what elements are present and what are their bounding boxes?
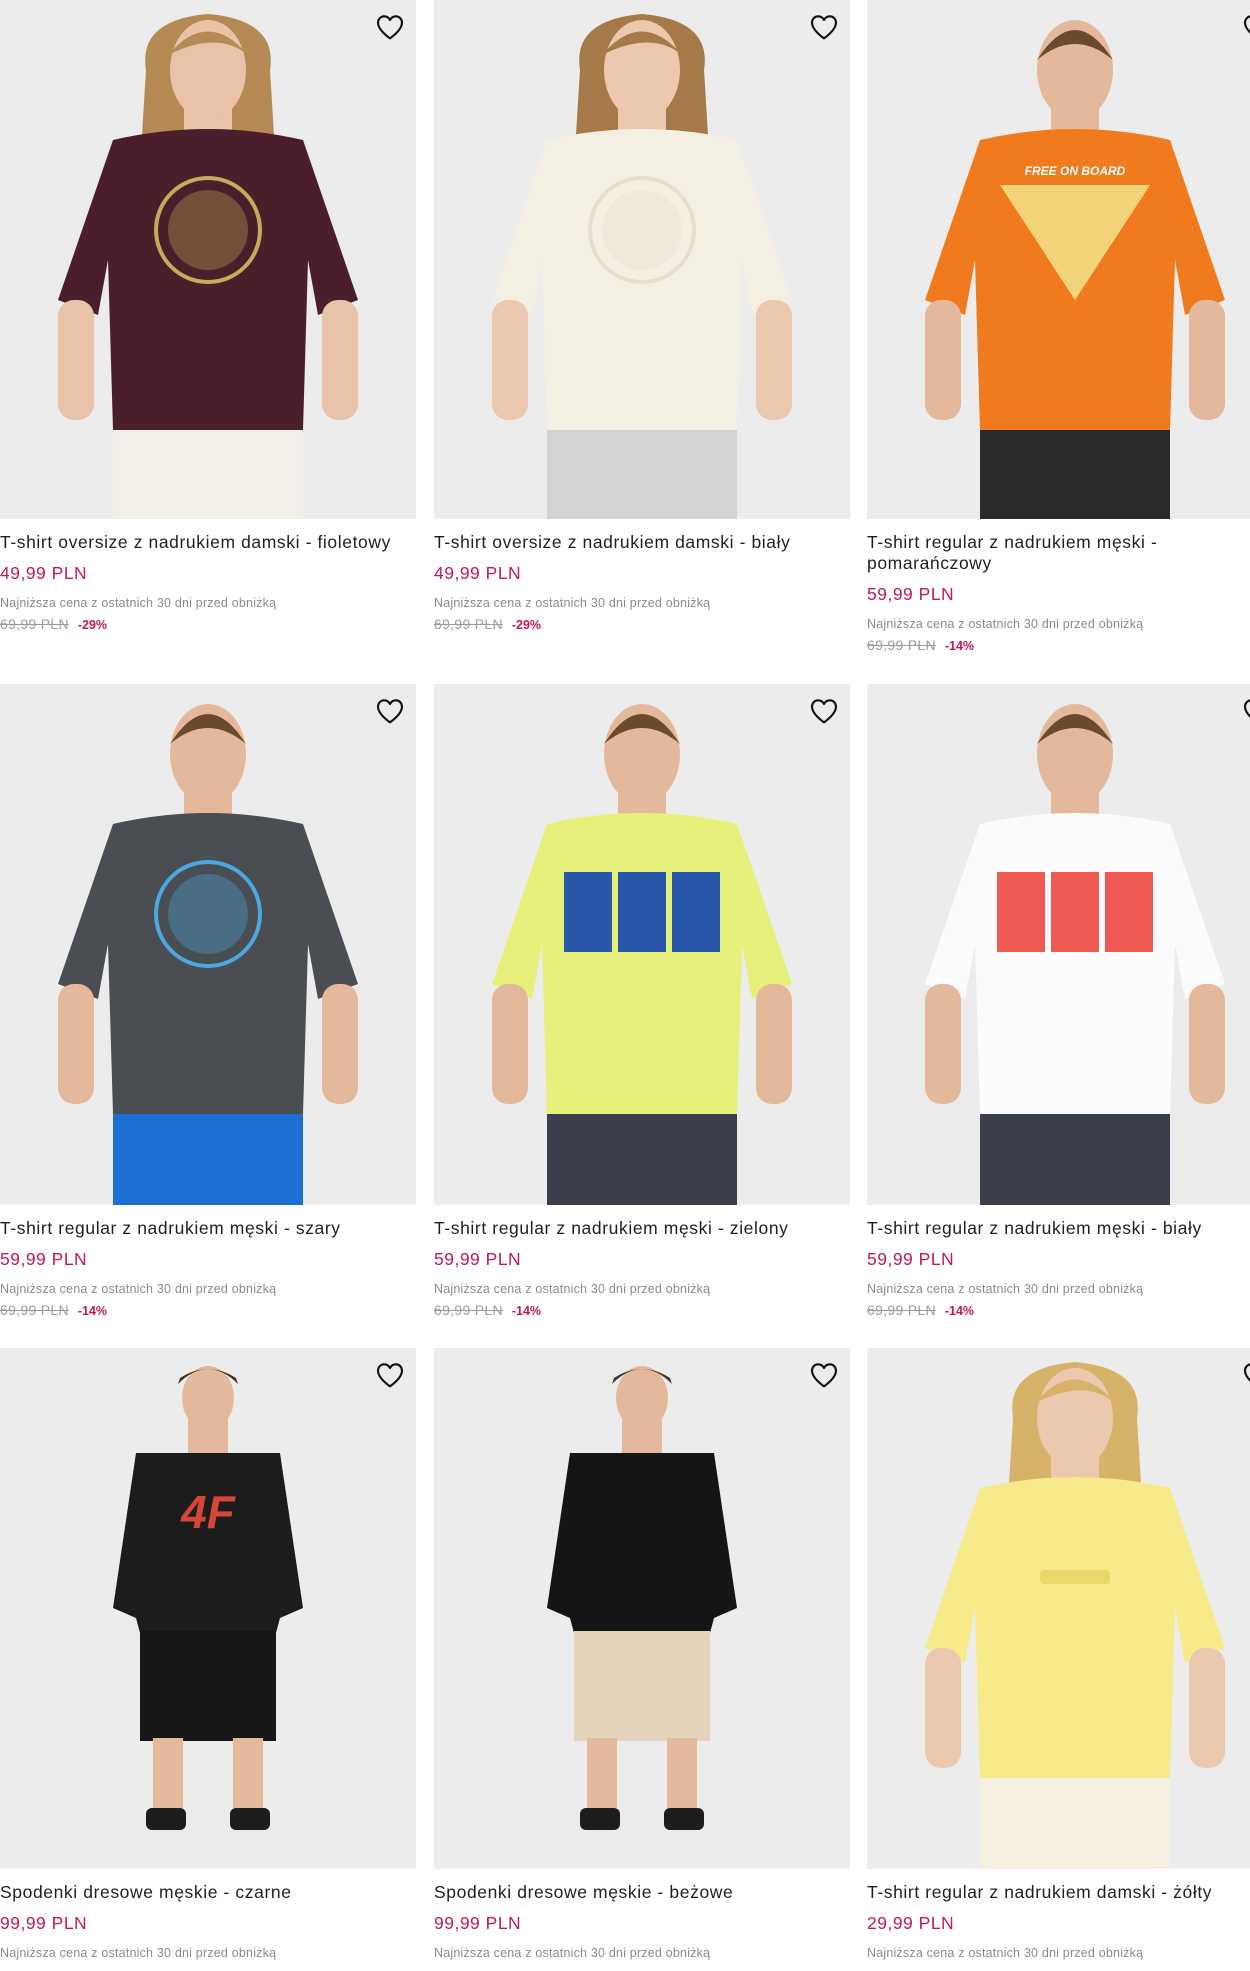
favorite-heart-icon[interactable] bbox=[1239, 9, 1250, 45]
product-image[interactable] bbox=[434, 1348, 850, 1869]
product-price: 49,99 PLN bbox=[434, 563, 522, 583]
product-image[interactable] bbox=[0, 684, 416, 1205]
product-card[interactable]: T-shirt regular z nadrukiem męski - biał… bbox=[867, 684, 1250, 1318]
product-name[interactable]: T-shirt regular z nadrukiem damski - żół… bbox=[867, 1882, 1250, 1903]
discount-badge: -29% bbox=[511, 618, 542, 632]
old-price-row: 69,99 PLN -29% bbox=[0, 616, 416, 632]
product-card[interactable]: T-shirt regular z nadrukiem damski - żół… bbox=[867, 1348, 1250, 1960]
lowest-price-label: Najniższa cena z ostatnich 30 dni przed … bbox=[434, 1282, 711, 1296]
product-price: 49,99 PLN bbox=[0, 563, 88, 583]
lowest-price-label: Najniższa cena z ostatnich 30 dni przed … bbox=[0, 596, 277, 610]
product-name[interactable]: Spodenki dresowe męskie - czarne bbox=[0, 1882, 416, 1903]
old-price: 69,99 PLN bbox=[867, 637, 936, 653]
product-image[interactable] bbox=[867, 1348, 1250, 1869]
old-price-row: 69,99 PLN -14% bbox=[867, 1302, 1250, 1318]
old-price: 69,99 PLN bbox=[867, 1302, 936, 1318]
product-image[interactable] bbox=[867, 684, 1250, 1205]
old-price-row: 69,99 PLN -29% bbox=[434, 616, 850, 632]
product-price: 59,99 PLN bbox=[434, 1249, 522, 1269]
product-name[interactable]: T-shirt regular z nadrukiem męski - poma… bbox=[867, 532, 1250, 574]
product-price: 59,99 PLN bbox=[867, 1249, 955, 1269]
product-price: 29,99 PLN bbox=[867, 1913, 955, 1933]
product-image[interactable] bbox=[434, 0, 850, 519]
product-card[interactable]: 4F Spodenki dresowe męskie - czarne 99,99 … bbox=[0, 1348, 416, 1960]
product-grid: T-shirt oversize z nadrukiem damski - fi… bbox=[0, 0, 1250, 1971]
lowest-price-label: Najniższa cena z ostatnich 30 dni przed … bbox=[0, 1282, 277, 1296]
old-price: 69,99 PLN bbox=[0, 1302, 69, 1318]
lowest-price-label: Najniższa cena z ostatnich 30 dni przed … bbox=[867, 1282, 1144, 1296]
product-name[interactable]: T-shirt oversize z nadrukiem damski - bi… bbox=[434, 532, 850, 553]
product-card[interactable]: T-shirt oversize z nadrukiem damski - bi… bbox=[434, 0, 850, 632]
svg-text:4F: 4F bbox=[180, 1486, 237, 1538]
favorite-heart-icon[interactable] bbox=[806, 9, 842, 45]
favorite-heart-icon[interactable] bbox=[372, 693, 408, 729]
lowest-price-label: Najniższa cena z ostatnich 30 dni przed … bbox=[434, 596, 711, 610]
product-card[interactable]: T-shirt oversize z nadrukiem damski - fi… bbox=[0, 0, 416, 632]
product-card[interactable]: T-shirt regular z nadrukiem męski - ziel… bbox=[434, 684, 850, 1318]
product-price: 59,99 PLN bbox=[867, 584, 955, 604]
old-price-row: 69,99 PLN -14% bbox=[867, 637, 1250, 653]
product-price: 59,99 PLN bbox=[0, 1249, 88, 1269]
lowest-price-label: Najniższa cena z ostatnich 30 dni przed … bbox=[867, 1946, 1144, 1960]
product-image[interactable]: FREE ON BOARD bbox=[867, 0, 1250, 519]
discount-badge: -14% bbox=[944, 1304, 975, 1318]
product-image[interactable] bbox=[0, 0, 416, 519]
lowest-price-label: Najniższa cena z ostatnich 30 dni przed … bbox=[0, 1946, 277, 1960]
product-card[interactable]: T-shirt regular z nadrukiem męski - szar… bbox=[0, 684, 416, 1318]
product-card[interactable]: FREE ON BOARD T-shirt regular z nadrukiem… bbox=[867, 0, 1250, 653]
discount-badge: -29% bbox=[77, 618, 108, 632]
product-price: 99,99 PLN bbox=[434, 1913, 522, 1933]
favorite-heart-icon[interactable] bbox=[372, 9, 408, 45]
favorite-heart-icon[interactable] bbox=[1239, 693, 1250, 729]
product-name[interactable]: Spodenki dresowe męskie - beżowe bbox=[434, 1882, 850, 1903]
old-price-row: 69,99 PLN -14% bbox=[434, 1302, 850, 1318]
old-price: 69,99 PLN bbox=[434, 616, 503, 632]
lowest-price-label: Najniższa cena z ostatnich 30 dni przed … bbox=[434, 1946, 711, 1960]
svg-text:FREE ON BOARD: FREE ON BOARD bbox=[1025, 164, 1126, 178]
favorite-heart-icon[interactable] bbox=[1239, 1357, 1250, 1393]
old-price-row: 69,99 PLN -14% bbox=[0, 1302, 416, 1318]
product-image[interactable]: 4F bbox=[0, 1348, 416, 1869]
product-name[interactable]: T-shirt oversize z nadrukiem damski - fi… bbox=[0, 532, 416, 553]
product-name[interactable]: T-shirt regular z nadrukiem męski - szar… bbox=[0, 1218, 416, 1239]
discount-badge: -14% bbox=[77, 1304, 108, 1318]
favorite-heart-icon[interactable] bbox=[372, 1357, 408, 1393]
product-image[interactable] bbox=[434, 684, 850, 1205]
discount-badge: -14% bbox=[511, 1304, 542, 1318]
product-card[interactable]: Spodenki dresowe męskie - beżowe 99,99 PL… bbox=[434, 1348, 850, 1960]
favorite-heart-icon[interactable] bbox=[806, 693, 842, 729]
product-name[interactable]: T-shirt regular z nadrukiem męski - biał… bbox=[867, 1218, 1250, 1239]
product-price: 99,99 PLN bbox=[0, 1913, 88, 1933]
product-name[interactable]: T-shirt regular z nadrukiem męski - ziel… bbox=[434, 1218, 850, 1239]
lowest-price-label: Najniższa cena z ostatnich 30 dni przed … bbox=[867, 617, 1144, 631]
old-price: 69,99 PLN bbox=[0, 616, 69, 632]
favorite-heart-icon[interactable] bbox=[806, 1357, 842, 1393]
discount-badge: -14% bbox=[944, 639, 975, 653]
old-price: 69,99 PLN bbox=[434, 1302, 503, 1318]
